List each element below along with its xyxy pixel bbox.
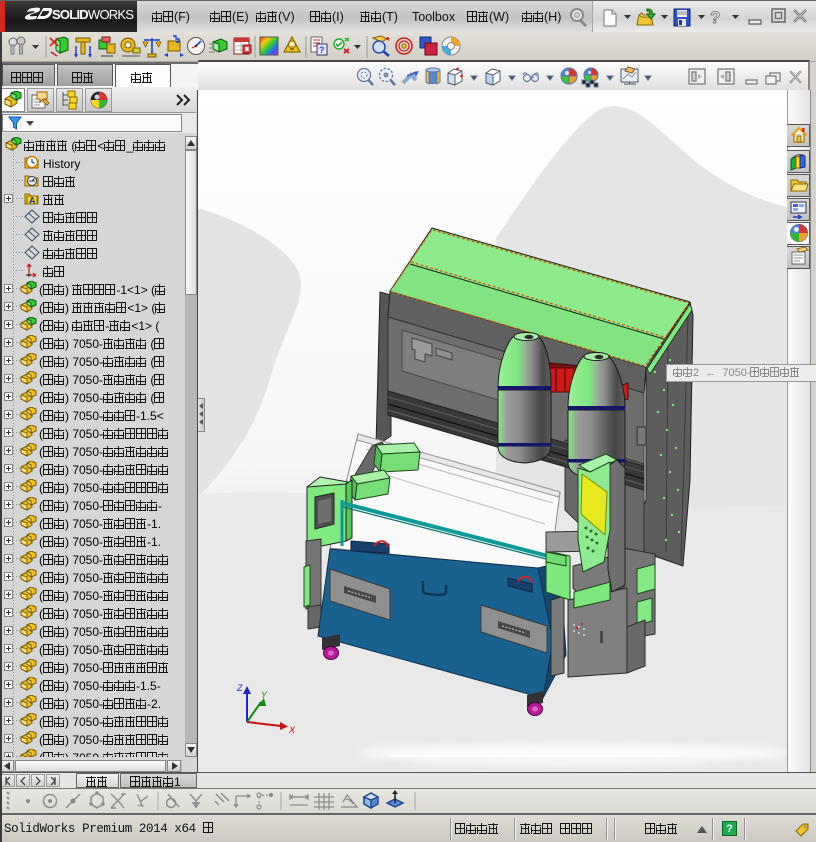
svg-text:SOLIDWORKS: SOLIDWORKS	[52, 7, 134, 22]
svg-text:?: ?	[710, 8, 720, 27]
svg-text:Z: Z	[236, 683, 243, 693]
svg-text:Y: Y	[261, 690, 268, 700]
svg-text:?: ?	[319, 45, 325, 55]
svg-text:A: A	[29, 196, 36, 206]
svg-text:X: X	[288, 725, 296, 735]
